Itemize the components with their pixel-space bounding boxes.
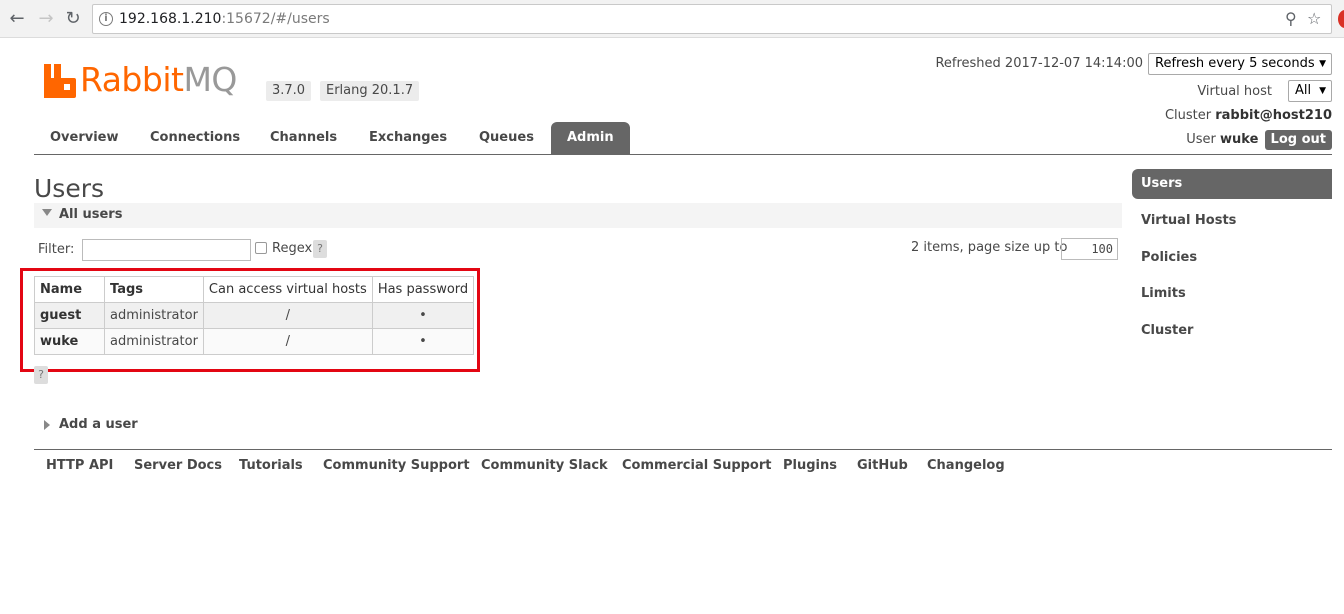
footer-link-tutorials[interactable]: Tutorials	[239, 458, 303, 473]
tab-exchanges[interactable]: Exchanges	[353, 122, 463, 155]
logo-mq-text: MQ	[183, 60, 237, 99]
logo-rabbit-text: Rabbit	[80, 60, 184, 99]
regex-label: Regex	[272, 241, 313, 256]
page-size-input[interactable]: 100	[1061, 238, 1118, 260]
page-title: Users	[34, 174, 105, 203]
info-icon[interactable]: i	[99, 12, 113, 26]
tab-connections[interactable]: Connections	[134, 122, 256, 155]
footer-link-server-docs[interactable]: Server Docs	[134, 458, 222, 473]
add-user-section-header[interactable]: Add a user	[44, 417, 138, 432]
tab-channels[interactable]: Channels	[254, 122, 353, 155]
virtual-host-label: Virtual host	[1197, 84, 1272, 99]
filter-label: Filter:	[38, 242, 75, 257]
dropdown-arrow-icon: ▼	[1319, 86, 1326, 96]
virtual-host-select[interactable]: All ▼	[1288, 80, 1332, 102]
expand-triangle-icon	[44, 420, 50, 430]
browser-toolbar: ← → ↻ i 192.168.1.210:15672/#/users ⚲ ☆	[0, 0, 1344, 38]
rabbit-logo-icon	[44, 64, 76, 98]
back-arrow-icon[interactable]: ←	[6, 8, 28, 30]
cluster-label: Cluster	[1164, 108, 1212, 123]
refreshed-timestamp: Refreshed 2017-12-07 14:14:00	[935, 56, 1143, 71]
forward-arrow-icon[interactable]: →	[35, 8, 57, 30]
tab-queues[interactable]: Queues	[463, 122, 550, 155]
key-icon[interactable]: ⚲	[1285, 9, 1297, 28]
footer-link-github[interactable]: GitHub	[857, 458, 908, 473]
footer-link-community-support[interactable]: Community Support	[323, 458, 470, 473]
refresh-interval-select[interactable]: Refresh every 5 seconds ▼	[1148, 53, 1332, 75]
table-help-icon[interactable]: ?	[34, 366, 48, 384]
sidebar-item-policies[interactable]: Policies	[1132, 243, 1332, 273]
collapse-triangle-icon	[42, 209, 52, 216]
help-icon[interactable]: ?	[313, 240, 327, 258]
regex-checkbox[interactable]	[255, 242, 267, 254]
url-path: :15672/#/users	[221, 11, 330, 27]
erlang-badge: Erlang 20.1.7	[320, 81, 420, 101]
footer-links: HTTP API Server Docs Tutorials Community…	[34, 449, 1332, 479]
sidebar-item-limits[interactable]: Limits	[1132, 279, 1332, 309]
url-text[interactable]: 192.168.1.210:15672/#/users	[119, 11, 330, 27]
filter-input[interactable]	[82, 239, 251, 261]
address-bar[interactable]: i 192.168.1.210:15672/#/users ⚲ ☆	[92, 4, 1332, 34]
items-count-text: 2 items, page size up to	[911, 240, 1068, 255]
main-tabs: Overview Connections Channels Exchanges …	[34, 122, 1332, 155]
star-icon[interactable]: ☆	[1307, 9, 1321, 28]
sidebar-item-users[interactable]: Users	[1132, 169, 1332, 199]
refresh-select-value: Refresh every 5 seconds	[1155, 56, 1315, 71]
all-users-section-header[interactable]: All users	[34, 203, 1122, 228]
footer-link-changelog[interactable]: Changelog	[927, 458, 1005, 473]
url-host: 192.168.1.210	[119, 11, 222, 27]
footer-link-plugins[interactable]: Plugins	[783, 458, 837, 473]
reload-icon[interactable]: ↻	[62, 8, 84, 30]
footer-link-commercial-support[interactable]: Commercial Support	[622, 458, 772, 473]
dropdown-arrow-icon: ▼	[1319, 59, 1326, 69]
cluster-info: Cluster rabbit@host210	[1165, 108, 1332, 123]
footer-link-community-slack[interactable]: Community Slack	[481, 458, 608, 473]
sidebar-item-cluster[interactable]: Cluster	[1132, 316, 1332, 346]
add-user-label: Add a user	[59, 417, 138, 432]
tab-admin[interactable]: Admin	[551, 122, 630, 155]
version-badge: 3.7.0	[266, 81, 312, 101]
footer-link-http-api[interactable]: HTTP API	[46, 458, 113, 473]
vhost-select-value: All	[1295, 83, 1312, 98]
highlight-annotation-box	[20, 268, 480, 372]
tab-overview[interactable]: Overview	[34, 122, 135, 155]
sidebar-item-virtual-hosts[interactable]: Virtual Hosts	[1132, 206, 1332, 236]
extension-icon[interactable]	[1338, 10, 1344, 28]
logo-wordmark: RabbitMQ	[80, 60, 237, 99]
cluster-name: rabbit@host210	[1215, 108, 1332, 123]
section-title: All users	[59, 207, 123, 222]
